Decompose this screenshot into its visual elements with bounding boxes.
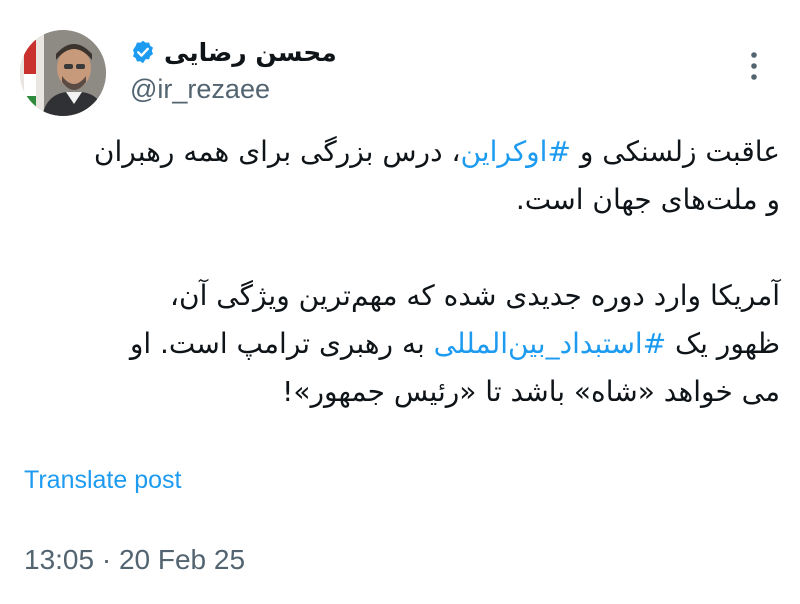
hashtag-link[interactable]: #استبداد_بین‌المللی (434, 327, 666, 360)
post-timestamp[interactable]: 13:05 · 20 Feb 25 (24, 544, 245, 576)
tweet-line: ظهور یک #استبداد_بین‌المللی به رهبری ترا… (20, 320, 780, 368)
author-display-name[interactable]: محسن رضایی (164, 38, 337, 67)
verified-badge-icon[interactable] (130, 39, 156, 65)
avatar[interactable] (20, 30, 106, 116)
author-handle[interactable]: @ir_rezaee (130, 74, 270, 105)
hashtag-link[interactable]: #اوکراین (460, 135, 570, 168)
tweet-text: عاقبت زلسنکی و #اوکراین، درس بزرگی برای … (20, 128, 780, 416)
tweet-line: عاقبت زلسنکی و #اوکراین، درس بزرگی برای … (20, 128, 780, 176)
name-row: محسن رضایی (130, 34, 337, 70)
tweet-text-segment: ظهور یک (666, 327, 780, 360)
author-identity: محسن رضایی @ir_rezaee (130, 34, 690, 114)
tweet-line: و ملت‌های جهان است. (515, 183, 780, 216)
translate-post-link[interactable]: Translate post (24, 466, 181, 495)
tweet-text-segment: ، درس بزرگی برای همه رهبران (93, 135, 461, 168)
post-card: محسن رضایی @ir_rezaee عاقبت زلسنکی و #او… (0, 0, 800, 604)
tweet-text-segment: به رهبری ترامپ است. او (129, 327, 434, 360)
more-options-button[interactable] (736, 48, 772, 84)
post-header: محسن رضایی @ir_rezaee (20, 26, 780, 116)
more-vertical-icon (751, 52, 757, 80)
tweet-line: آمریکا وارد دوره جدیدی شده که مهم‌ترین و… (170, 279, 780, 312)
avatar-image (20, 30, 106, 116)
tweet-line: می خواهد «شاه» باشد تا «رئیس جمهور»! (282, 375, 780, 408)
tweet-text-segment: عاقبت زلسنکی و (570, 135, 780, 168)
